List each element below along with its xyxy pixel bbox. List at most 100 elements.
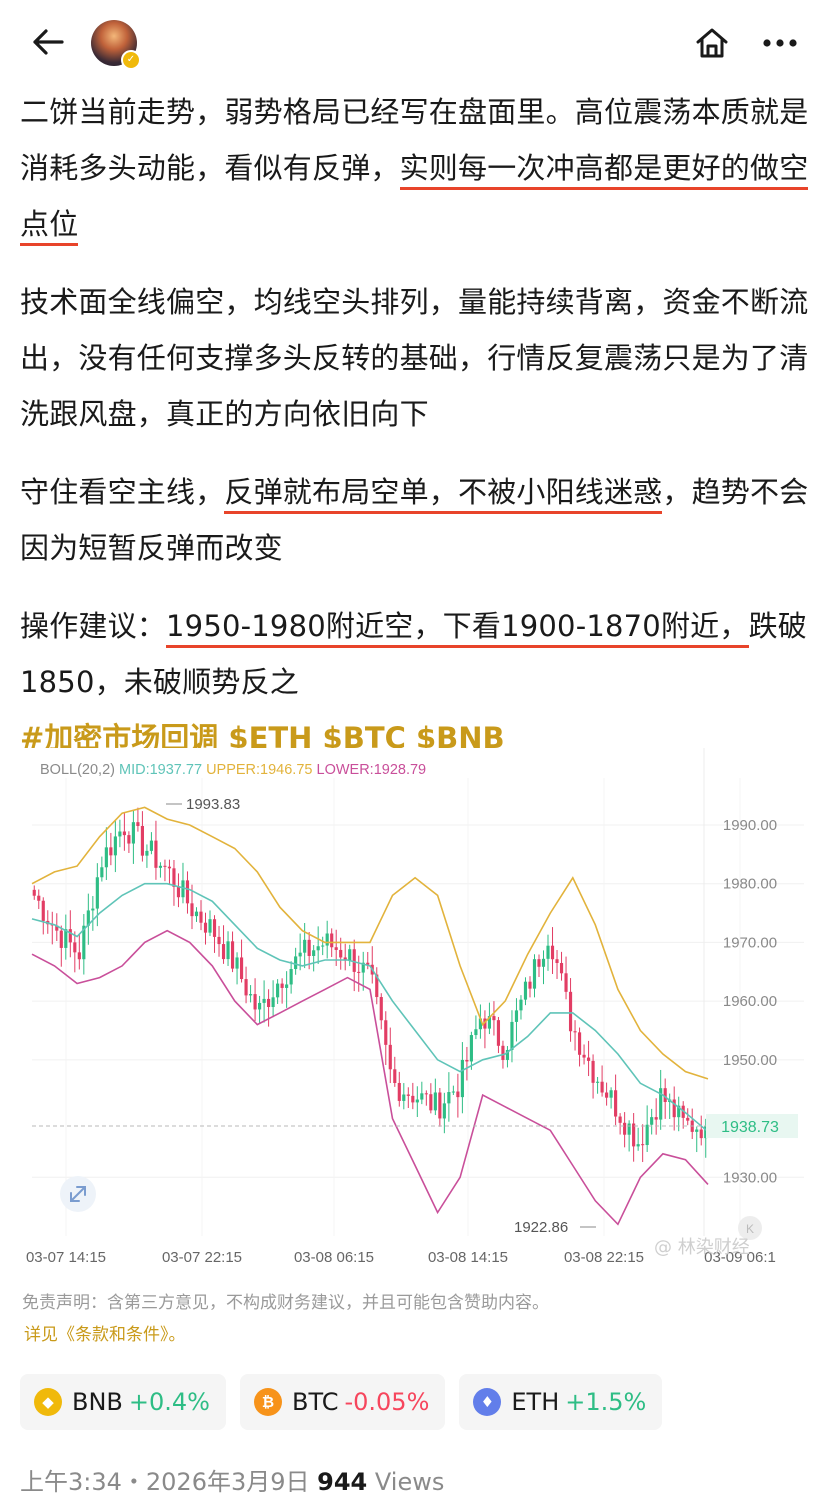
ticker-change: +0.4% — [128, 1388, 210, 1416]
candle-body — [190, 903, 194, 917]
candle-body — [208, 919, 212, 933]
candle-body — [235, 957, 239, 969]
ticker-change: -0.05% — [344, 1388, 430, 1416]
candle-body — [492, 1016, 496, 1021]
candle-body — [221, 944, 226, 960]
candle-body — [541, 958, 546, 967]
candle-body — [632, 1123, 636, 1147]
post-meta: 上午3:34・2026年3月9日 944 Views — [20, 1462, 444, 1497]
candle-body — [519, 999, 523, 1011]
y-tick-label: 1950.00 — [723, 1052, 777, 1069]
candle-body — [95, 877, 99, 909]
candle-body — [586, 1057, 591, 1061]
candle-body — [267, 998, 271, 1008]
candle-body — [415, 1099, 419, 1103]
candle-body — [271, 997, 275, 1008]
candle-body — [258, 1002, 262, 1010]
candle-body — [312, 950, 316, 956]
candle-body — [474, 1029, 478, 1036]
candle-body — [537, 959, 541, 967]
btc-coin-icon: ₿ — [253, 1388, 282, 1416]
candle-body — [447, 1092, 451, 1104]
candle-body — [113, 836, 117, 856]
candle-body — [334, 947, 338, 950]
candle-body — [276, 983, 280, 998]
candle-body — [244, 979, 248, 996]
y-tick-label: 1990.00 — [723, 817, 777, 834]
post-text: 守住看空主线， — [20, 475, 225, 509]
candle-body — [77, 952, 81, 960]
price-chart[interactable]: 1990.00 1980.00 1970.00 1960.00 1950.00 1930.… — [18, 748, 808, 1276]
candle-body — [600, 1081, 604, 1093]
underlined-text: 反弹就布局空单，不被小阳线迷惑 — [224, 475, 663, 514]
candle-body — [636, 1144, 640, 1147]
arrow-left-icon — [33, 29, 64, 55]
y-tick-label: 1930.00 — [723, 1169, 777, 1186]
candle-body — [397, 1082, 401, 1101]
more-button[interactable] — [756, 22, 804, 64]
candle-body — [695, 1129, 699, 1132]
candle-body — [199, 911, 203, 923]
candle-body — [568, 991, 573, 1032]
candle-body — [262, 998, 266, 1003]
candle-body — [140, 825, 144, 856]
candle-body — [393, 1069, 397, 1083]
candle-body — [185, 880, 190, 904]
candle-body — [149, 840, 154, 851]
post-paragraph-2: 技术面全线偏空，均线空头排列，量能持续背离，资金不断流出，没有任何支撑多头反转的… — [20, 285, 809, 431]
candle-body — [59, 930, 63, 948]
x-tick-label: 03-07 22:15 — [162, 1249, 242, 1266]
candle-body — [91, 908, 95, 911]
y-tick-label: 1980.00 — [723, 876, 777, 893]
candle-body — [203, 922, 208, 933]
candle-body — [577, 1032, 582, 1055]
candle-body — [136, 822, 140, 826]
candle-body — [253, 994, 257, 1010]
candle-body — [627, 1123, 631, 1135]
candle-body — [514, 1010, 519, 1022]
x-tick-label: 03-08 22:15 — [564, 1249, 644, 1266]
x-tick-label: 03-08 06:15 — [294, 1249, 374, 1266]
candle-body — [686, 1117, 690, 1121]
candle-body — [555, 959, 559, 963]
candle-body — [289, 969, 293, 985]
candle-body — [460, 1059, 464, 1098]
candle-body — [32, 889, 36, 896]
candle-body — [546, 945, 550, 959]
high-label: 1993.83 — [186, 796, 240, 813]
ticker-bnb[interactable]: ◆ BNB +0.4% — [20, 1374, 226, 1430]
candle-body — [352, 949, 356, 972]
candle-body — [145, 850, 149, 856]
candle-body — [456, 1091, 460, 1098]
candle-body — [406, 1094, 410, 1096]
bnb-coin-icon: ◆ — [34, 1388, 62, 1416]
candle-body — [163, 865, 167, 867]
candle-body — [591, 1060, 595, 1083]
candle-body — [564, 973, 568, 992]
candle-body — [623, 1122, 627, 1135]
candle-body — [379, 997, 383, 1021]
home-button[interactable] — [690, 22, 734, 64]
ticker-list: ◆ BNB +0.4% ₿ BTC -0.05% ♦ ETH +1.5% — [20, 1374, 663, 1430]
candle-body — [104, 847, 108, 868]
ticker-change: +1.5% — [565, 1388, 647, 1416]
candle-body — [316, 946, 320, 951]
ticker-btc[interactable]: ₿ BTC -0.05% — [239, 1374, 446, 1430]
candle-body — [172, 868, 176, 887]
candle-body — [582, 1054, 586, 1058]
views-count: 944 — [317, 1468, 368, 1496]
terms-link[interactable]: 详见《条款和条件》。 — [24, 1320, 186, 1345]
candle-body — [230, 941, 235, 969]
candle-body — [614, 1090, 618, 1117]
candle-body — [348, 949, 352, 961]
candle-body — [532, 959, 537, 989]
candle-body — [438, 1092, 442, 1119]
back-button[interactable] — [24, 22, 72, 62]
candle-body — [303, 939, 307, 953]
candle-body — [167, 866, 172, 869]
candle-body — [451, 1091, 455, 1093]
y-tick-label: 1960.00 — [723, 993, 777, 1010]
ticker-eth[interactable]: ♦ ETH +1.5% — [459, 1374, 663, 1430]
more-horizontal-icon — [763, 39, 797, 47]
watermark-text: @ 林染财经 — [654, 1237, 750, 1258]
